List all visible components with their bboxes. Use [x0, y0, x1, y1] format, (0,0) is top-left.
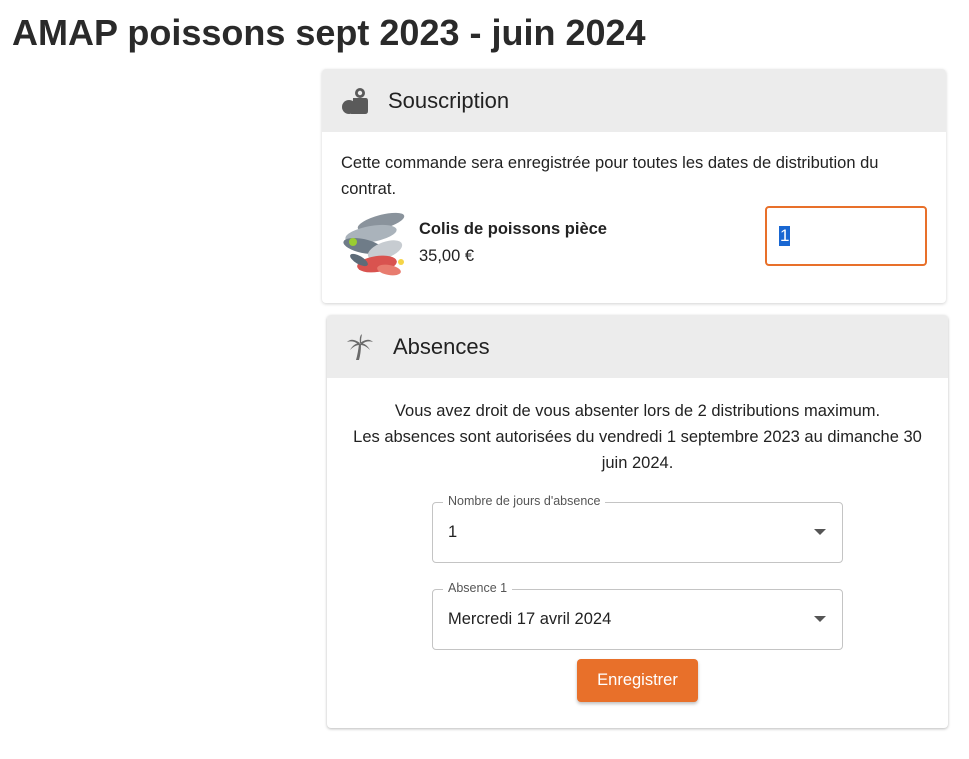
souscription-body: Cette commande sera enregistrée pour tou… — [322, 132, 946, 282]
chevron-down-icon — [814, 616, 826, 622]
souscription-header: Souscription — [322, 69, 946, 132]
absence-1-label: Absence 1 — [443, 581, 513, 595]
souscription-description: Cette commande sera enregistrée pour tou… — [341, 154, 879, 198]
absence-days-select[interactable]: Nombre de jours d'absence 1 — [432, 494, 843, 563]
absences-header: Absences — [327, 315, 948, 378]
absences-body: Vous avez droit de vous absenter lors de… — [327, 378, 948, 476]
palm-tree-icon — [345, 332, 375, 362]
weight-icon — [340, 86, 370, 116]
souscription-card: Souscription Cette commande sera enregis… — [322, 69, 946, 303]
product-price: 35,00 € — [419, 247, 475, 265]
quantity-input[interactable]: 1 — [765, 206, 927, 266]
save-button[interactable]: Enregistrer — [577, 659, 698, 702]
absences-max-text: Vous avez droit de vous absenter lors de… — [394, 402, 881, 420]
quantity-value: 1 — [779, 226, 791, 246]
absences-card: Absences Vous avez droit de vous absente… — [327, 315, 948, 728]
chevron-down-icon — [814, 529, 826, 535]
product-image — [341, 212, 409, 280]
page-title: AMAP poissons sept 2023 - juin 2024 — [12, 12, 646, 53]
absence-1-select[interactable]: Absence 1 Mercredi 17 avril 2024 — [432, 581, 843, 650]
absences-period-text: Les absences sont autorisées du vendredi… — [353, 428, 922, 472]
product-name: Colis de poissons pièce — [419, 220, 607, 238]
absence-days-value: 1 — [448, 523, 458, 541]
absence-days-label: Nombre de jours d'absence — [443, 494, 606, 508]
absences-title: Absences — [393, 333, 490, 359]
product-row: Colis de poissons pièce 35,00 € 1 — [341, 206, 928, 282]
souscription-title: Souscription — [388, 87, 510, 113]
absence-1-value: Mercredi 17 avril 2024 — [448, 610, 612, 628]
